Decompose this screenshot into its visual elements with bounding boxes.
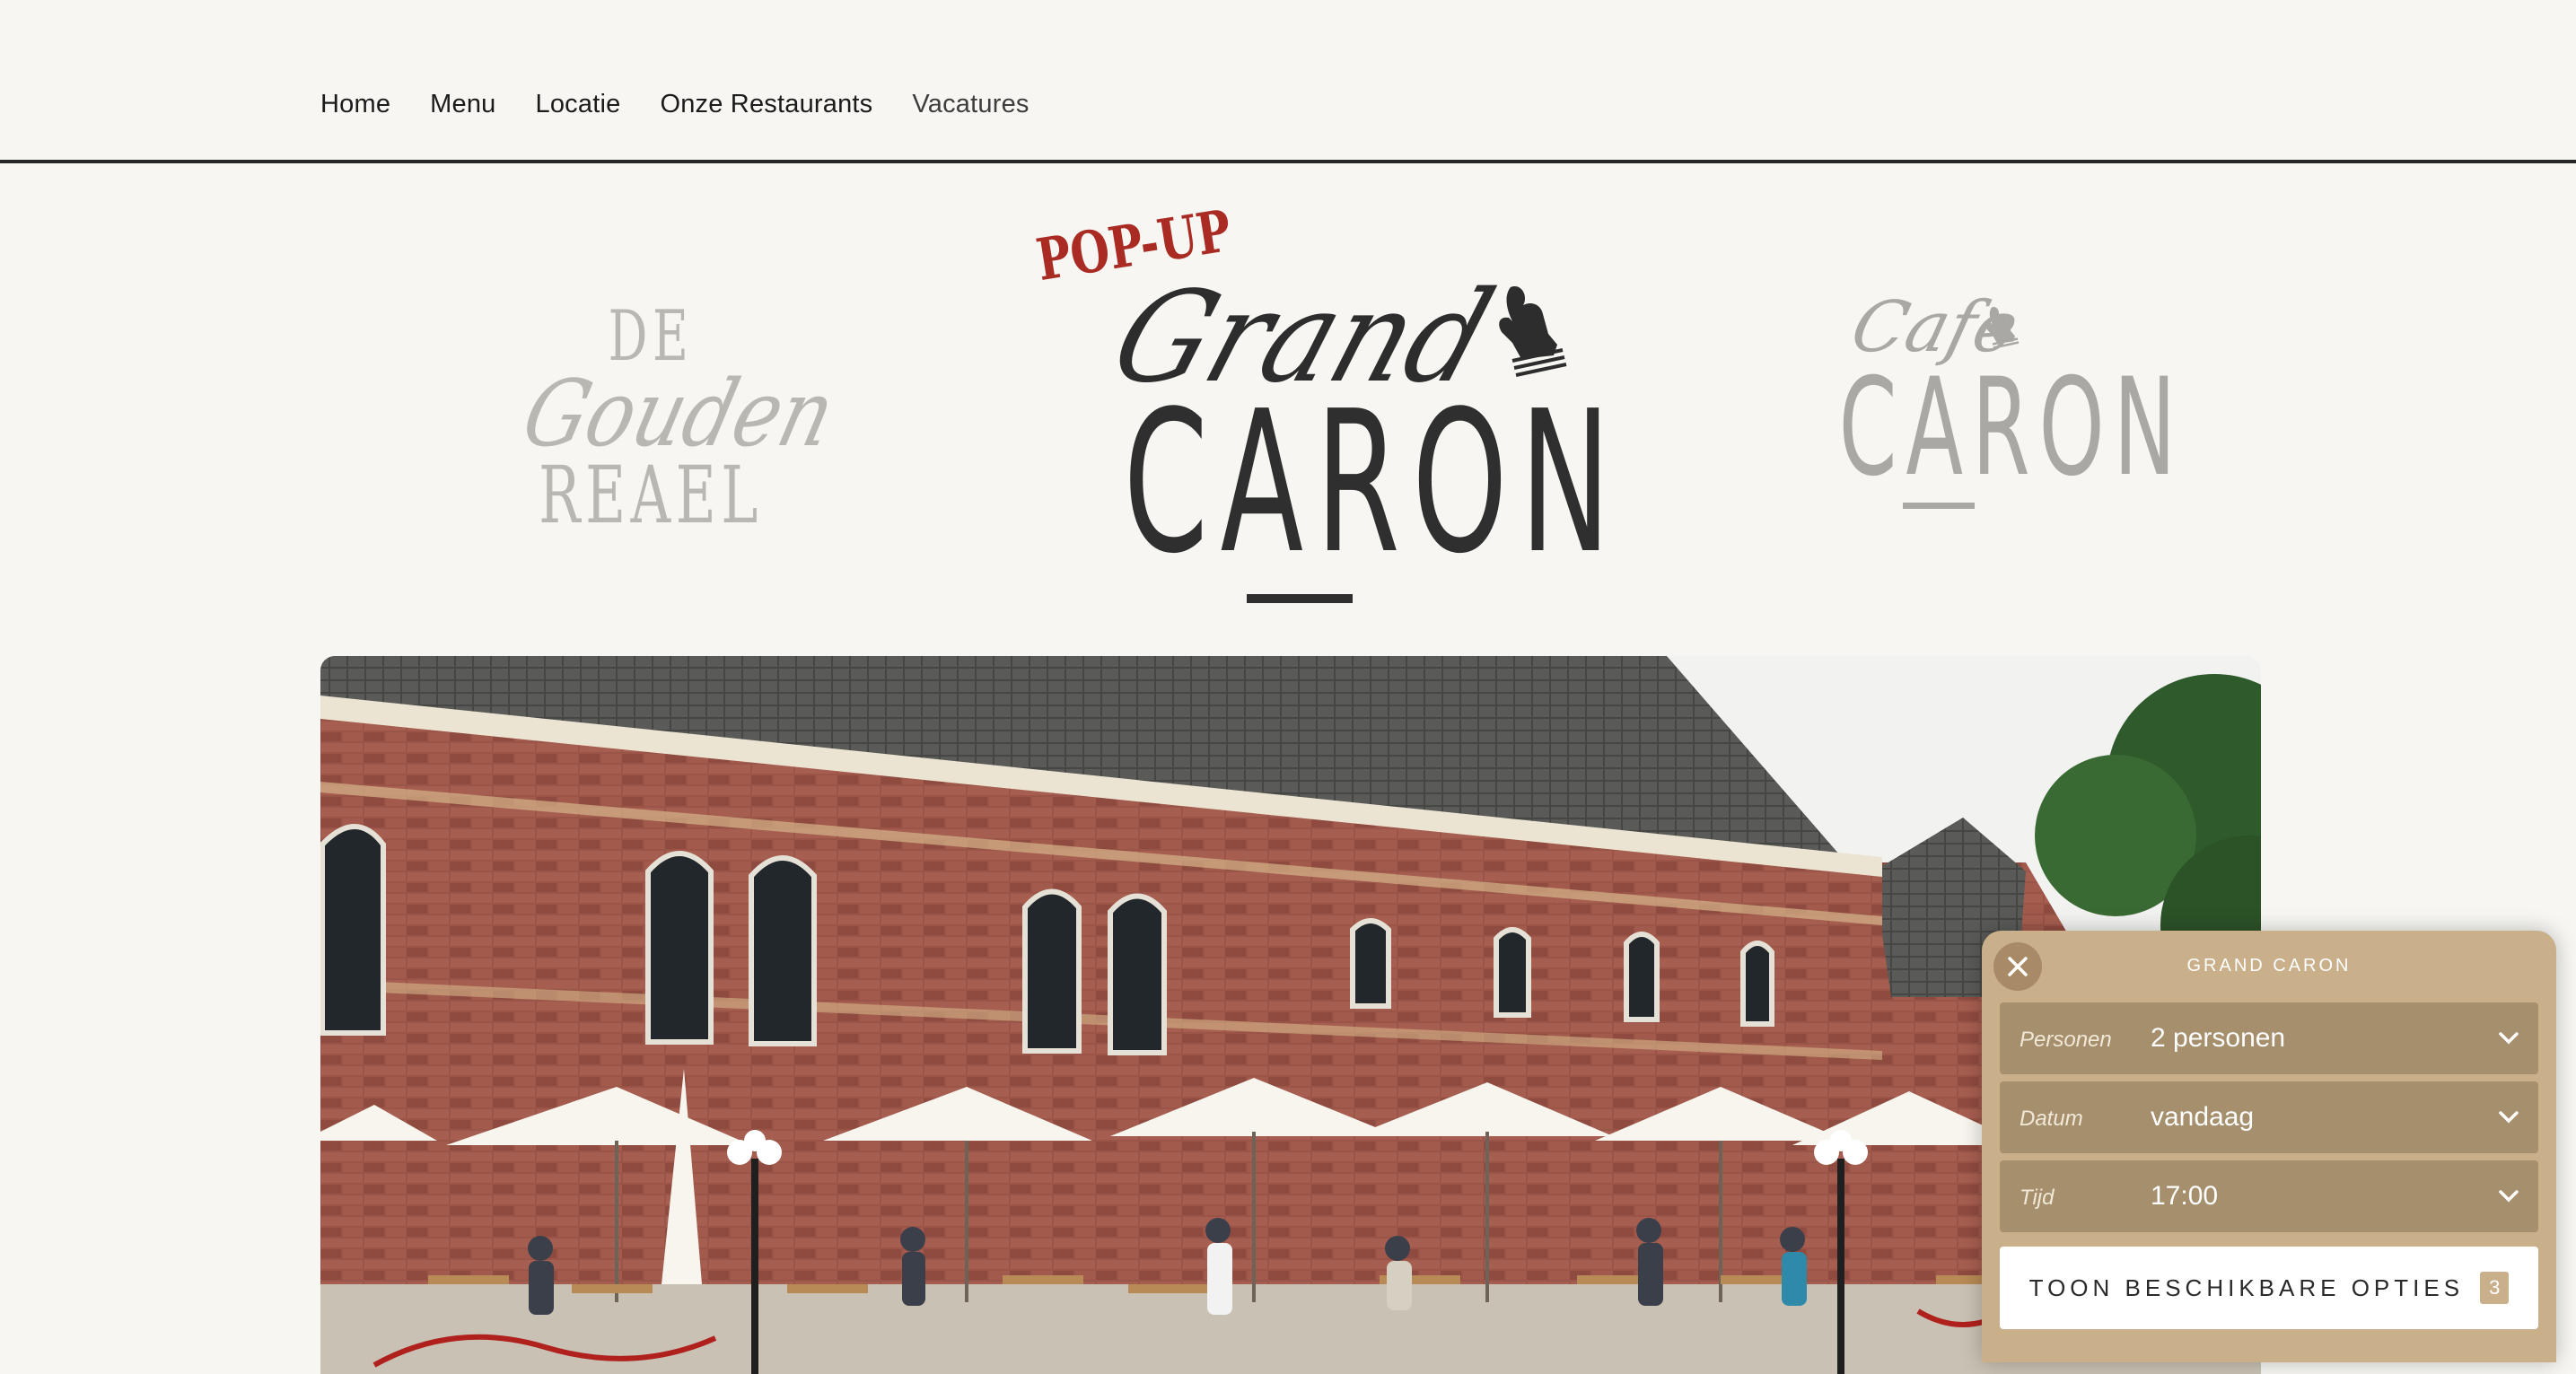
nav-item-home[interactable]: Home [320,90,390,119]
hand-ok-icon [1985,307,2020,349]
logo-grand-name: CARON [1123,370,1624,597]
date-select[interactable]: Datum vandaag [2000,1081,2538,1153]
nav-item-menu[interactable]: Menu [430,90,495,119]
chevron-down-icon [2499,1111,2519,1124]
top-navigation: Home Menu Locatie Onze Restaurants Vacat… [0,0,2576,163]
logo-cafe-name: CARON [1838,350,2186,506]
options-count-badge: 3 [2480,1272,2510,1304]
logo-grand-underline [1247,594,1353,603]
chevron-down-icon [2499,1190,2519,1203]
chevron-down-icon [2499,1032,2519,1045]
date-label: Datum [2020,1107,2083,1131]
logo-grand-caron[interactable]: POP-UP Grand CARON [1014,197,1624,610]
nav-item-locatie[interactable]: Locatie [536,90,621,119]
logo-cafe-underline [1903,503,1975,509]
show-options-button[interactable]: TOON BESCHIKBARE OPTIES 3 [2000,1247,2538,1329]
hero-restaurant-photo [320,656,2261,1374]
persons-value: 2 personen [2151,1023,2286,1053]
show-options-label: TOON BESCHIKBARE OPTIES [2028,1273,2465,1301]
persons-select[interactable]: Personen 2 personen [2000,1002,2538,1074]
restaurant-terrace-illustration [320,656,2261,1374]
date-value: vandaag [2151,1102,2255,1132]
persons-label: Personen [2020,1028,2112,1052]
booking-title: GRAND CARON [2186,956,2352,976]
hand-ok-icon [1499,286,1567,377]
time-select[interactable]: Tijd 17:00 [2000,1160,2538,1232]
nav-item-vacatures[interactable]: Vacatures [912,90,1029,119]
logo-de-gouden-reael[interactable]: DE Gouden REAEL [485,296,845,541]
nav-item-onze-restaurants[interactable]: Onze Restaurants [660,90,872,119]
logo-gouden-line3: REAEL [539,449,763,541]
nav-menu: Home Menu Locatie Onze Restaurants Vacat… [320,90,1030,119]
time-value: 17:00 [2151,1181,2219,1211]
time-label: Tijd [2020,1186,2055,1210]
booking-widget: GRAND CARON Personen 2 personen Datum va… [1982,931,2556,1362]
logo-cafe-caron[interactable]: Cafe CARON [1764,287,2186,521]
